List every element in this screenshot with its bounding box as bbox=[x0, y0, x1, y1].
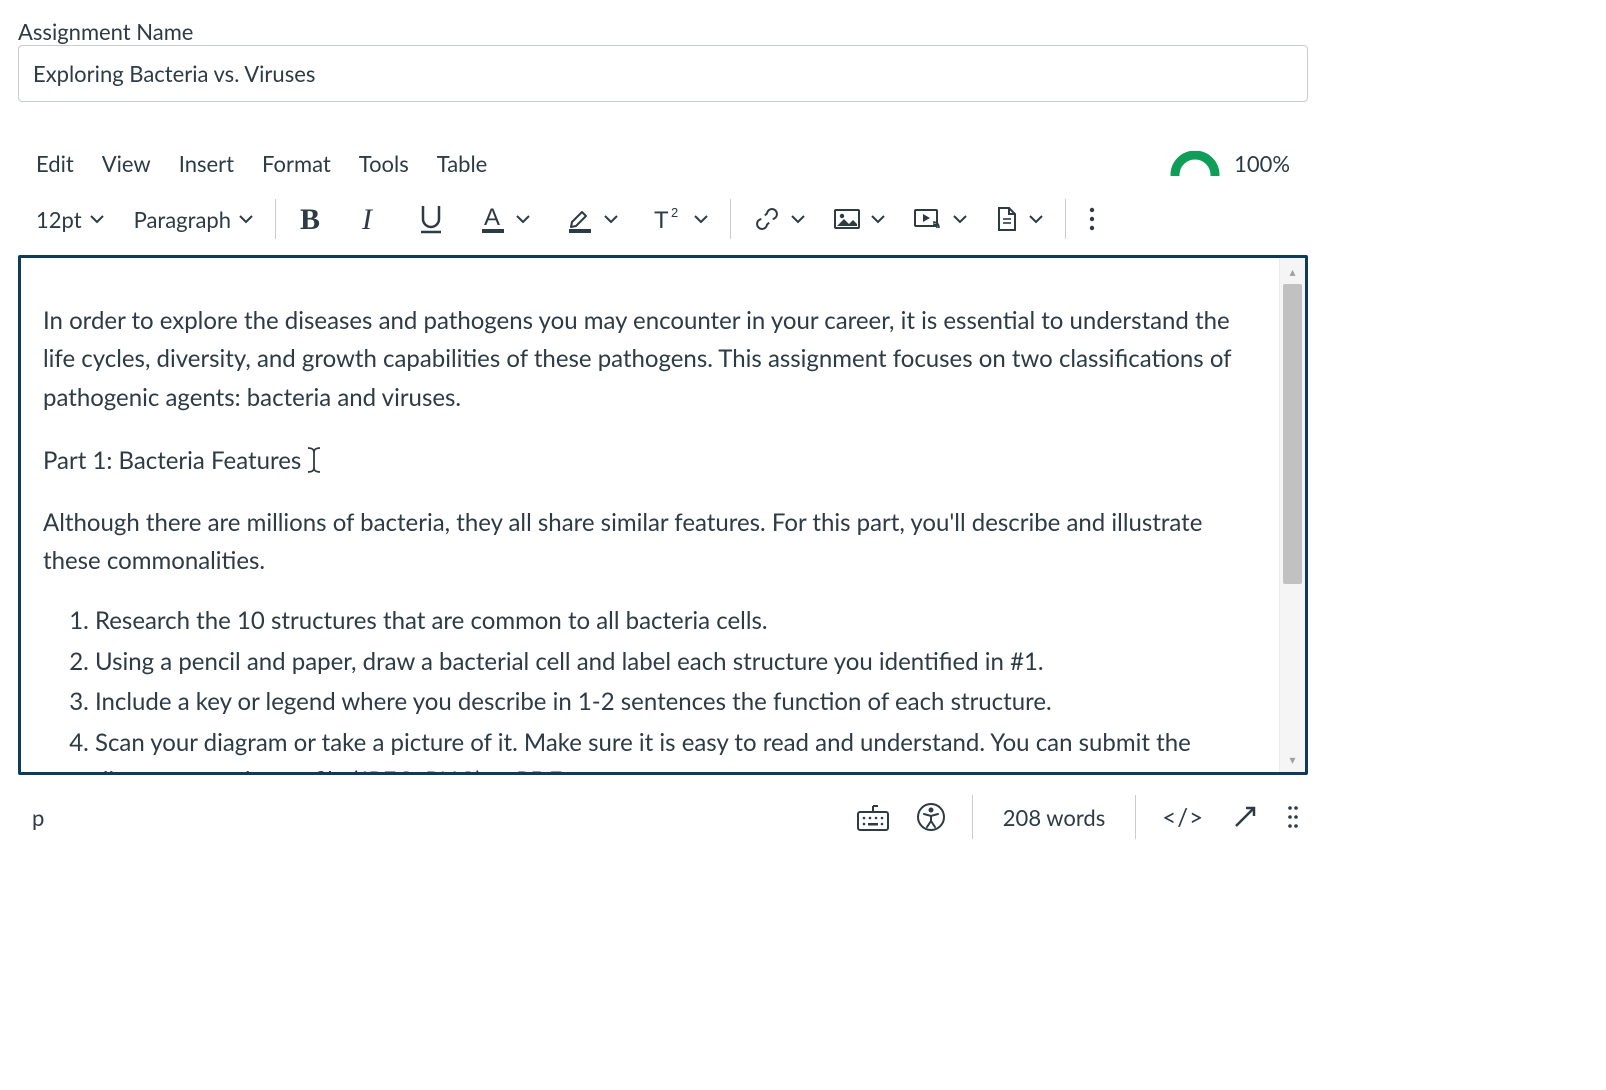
field-label: Assignment Name bbox=[18, 18, 193, 45]
svg-text:2: 2 bbox=[671, 206, 678, 220]
chevron-down-icon bbox=[791, 214, 805, 224]
block-style-select[interactable]: Paragraph bbox=[134, 206, 253, 233]
media-button[interactable] bbox=[913, 207, 967, 231]
accessibility-gauge-icon bbox=[1170, 151, 1220, 176]
chevron-down-icon bbox=[90, 214, 104, 224]
document-button[interactable] bbox=[995, 206, 1043, 232]
editor-statusbar: p 208 words </> bbox=[18, 775, 1308, 839]
text-color-icon: A bbox=[480, 204, 506, 234]
superscript-button[interactable]: T 2 bbox=[654, 206, 708, 232]
underline-button[interactable] bbox=[418, 204, 444, 234]
italic-button[interactable]: I bbox=[360, 205, 382, 233]
content-paragraph[interactable]: In order to explore the diseases and pat… bbox=[43, 302, 1257, 417]
menu-insert[interactable]: Insert bbox=[179, 150, 234, 177]
svg-text:A: A bbox=[484, 204, 500, 231]
font-size-select[interactable]: 12pt bbox=[36, 206, 104, 233]
content-heading[interactable]: Part 1: Bacteria Features bbox=[43, 439, 1257, 481]
accessibility-icon bbox=[916, 802, 946, 832]
superscript-icon: T 2 bbox=[654, 206, 684, 232]
word-count[interactable]: 208 words bbox=[999, 804, 1110, 831]
fullscreen-icon bbox=[1230, 802, 1260, 832]
vertical-scrollbar[interactable]: ▴ ▾ bbox=[1279, 258, 1305, 772]
image-icon bbox=[833, 207, 861, 231]
menu-edit[interactable]: Edit bbox=[36, 150, 74, 177]
menu-table[interactable]: Table bbox=[437, 150, 488, 177]
link-icon bbox=[753, 207, 781, 231]
link-button[interactable] bbox=[753, 207, 805, 231]
svg-text:T: T bbox=[654, 207, 669, 232]
chevron-down-icon bbox=[516, 214, 530, 224]
list-item[interactable]: Include a key or legend where you descri… bbox=[95, 683, 1257, 721]
editor-toolbar: 12pt Paragraph B I bbox=[18, 191, 1308, 255]
list-item[interactable]: Scan your diagram or take a picture of i… bbox=[95, 724, 1257, 772]
svg-text:B: B bbox=[300, 205, 320, 233]
media-icon bbox=[913, 207, 943, 231]
menubar-right: 100% bbox=[1170, 150, 1290, 177]
block-style-label: Paragraph bbox=[134, 206, 231, 233]
bold-button[interactable]: B bbox=[298, 205, 324, 233]
html-editor-toggle[interactable]: </> bbox=[1162, 803, 1204, 832]
more-options-button[interactable] bbox=[1088, 206, 1096, 232]
fullscreen-button[interactable] bbox=[1230, 802, 1260, 832]
assignment-name-input[interactable] bbox=[18, 45, 1308, 102]
list-item[interactable]: Research the 10 structures that are comm… bbox=[95, 602, 1257, 640]
element-path[interactable]: p bbox=[32, 804, 44, 831]
document-icon bbox=[995, 206, 1019, 232]
image-button[interactable] bbox=[833, 207, 885, 231]
text-cursor-icon bbox=[305, 445, 323, 487]
chevron-down-icon bbox=[871, 214, 885, 224]
editor-menubar: Edit View Insert Format Tools Table 100% bbox=[18, 150, 1308, 191]
accessibility-checker-button[interactable] bbox=[916, 802, 946, 832]
chevron-down-icon bbox=[239, 214, 253, 224]
chevron-down-icon bbox=[604, 214, 618, 224]
content-paragraph[interactable]: Although there are millions of bacteria,… bbox=[43, 504, 1257, 581]
menu-format[interactable]: Format bbox=[262, 150, 331, 177]
accessibility-score: 100% bbox=[1234, 150, 1290, 177]
toolbar-divider bbox=[275, 199, 276, 239]
chevron-down-icon bbox=[1029, 214, 1043, 224]
highlight-button[interactable] bbox=[566, 204, 618, 234]
statusbar-divider bbox=[972, 795, 973, 839]
resize-handle[interactable] bbox=[1286, 804, 1300, 830]
scroll-thumb[interactable] bbox=[1283, 284, 1302, 584]
list-item[interactable]: Using a pencil and paper, draw a bacteri… bbox=[95, 643, 1257, 681]
text-color-button[interactable]: A bbox=[480, 204, 530, 234]
statusbar-divider bbox=[1135, 795, 1136, 839]
more-vertical-icon bbox=[1088, 206, 1096, 232]
statusbar-right: 208 words </> bbox=[856, 795, 1300, 839]
drag-handle-icon bbox=[1286, 804, 1300, 830]
content-ordered-list[interactable]: Research the 10 structures that are comm… bbox=[43, 602, 1257, 772]
svg-text:I: I bbox=[361, 205, 374, 233]
keyboard-icon bbox=[856, 802, 890, 832]
menubar-left: Edit View Insert Format Tools Table bbox=[36, 150, 487, 177]
menu-tools[interactable]: Tools bbox=[359, 150, 409, 177]
keyboard-shortcuts-button[interactable] bbox=[856, 802, 890, 832]
toolbar-divider bbox=[1065, 199, 1066, 239]
font-size-label: 12pt bbox=[36, 206, 82, 233]
assignment-name-label: Assignment Name bbox=[18, 18, 1588, 45]
editor-content[interactable]: In order to explore the diseases and pat… bbox=[21, 258, 1279, 772]
highlight-icon bbox=[566, 204, 594, 234]
scroll-up-arrow[interactable]: ▴ bbox=[1280, 258, 1305, 284]
chevron-down-icon bbox=[694, 214, 708, 224]
scroll-down-arrow[interactable]: ▾ bbox=[1280, 746, 1305, 772]
chevron-down-icon bbox=[953, 214, 967, 224]
menu-view[interactable]: View bbox=[102, 150, 151, 177]
rich-text-editor: Edit View Insert Format Tools Table 100%… bbox=[18, 150, 1308, 839]
editor-content-area[interactable]: In order to explore the diseases and pat… bbox=[18, 255, 1308, 775]
toolbar-divider bbox=[730, 199, 731, 239]
